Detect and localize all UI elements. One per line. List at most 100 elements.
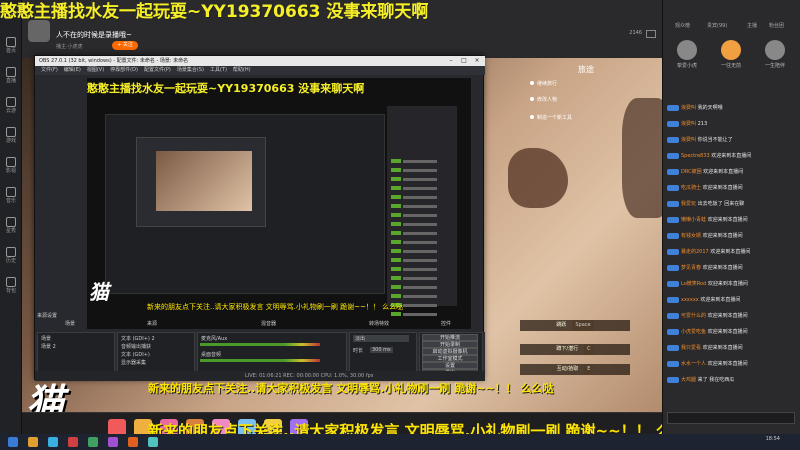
taskbar-app-icon[interactable] bbox=[28, 437, 38, 447]
leftnav-item[interactable]: 影视 bbox=[0, 154, 22, 178]
room-title: 人不在的时候是录播哦~ bbox=[56, 31, 132, 39]
rank-item[interactable]: 挚爱小虎 bbox=[667, 40, 707, 69]
chat-tabs: 观众榜 贵宾(99) 主播 粉丝团 bbox=[663, 20, 800, 32]
leftnav-item[interactable]: 音乐 bbox=[0, 184, 22, 208]
chat-username[interactable]: 我只爱看 bbox=[681, 345, 701, 351]
mixer-panel[interactable]: 麦克风/Aux 桌面音频 bbox=[197, 332, 347, 376]
chat-username[interactable]: xxxxxx bbox=[681, 297, 699, 303]
taskbar-app-icon[interactable] bbox=[108, 437, 118, 447]
streamer-name: 播主·小虎虎 bbox=[56, 44, 83, 50]
leftnav-item[interactable]: 背包 bbox=[0, 274, 22, 298]
tab-fans[interactable]: 粉丝团 bbox=[769, 20, 784, 32]
mixer-title: 混音器 bbox=[261, 321, 277, 327]
chat-message: Lo微笑Rod 欢迎来到本直播间 bbox=[667, 280, 797, 290]
taskbar-app-icon[interactable] bbox=[148, 437, 158, 447]
level-badge bbox=[667, 216, 679, 223]
leftnav-item[interactable]: 历史 bbox=[0, 244, 22, 268]
obs-preview[interactable]: 憨憨主播找水友一起玩耍~YY19370663 没事来聊天啊 猫 新来的朋友点下关… bbox=[87, 78, 471, 329]
transition-panel[interactable]: 淡出 时长 300 ms bbox=[349, 332, 417, 376]
source-item[interactable]: 文本 (GDI+) bbox=[121, 351, 150, 358]
obs-menu-item[interactable]: 文件(F) bbox=[41, 67, 58, 73]
fullscreen-icon[interactable] bbox=[646, 30, 656, 38]
leftnav-item[interactable]: 首页 bbox=[0, 34, 22, 58]
obs-control-button[interactable]: 启动虚拟摄像机 bbox=[422, 348, 478, 355]
obs-menu-item[interactable]: 场景集合(S) bbox=[177, 67, 204, 73]
chat-text: 出去吃饭了 回来在聊 bbox=[697, 201, 745, 207]
chat-username[interactable]: Spectre833 bbox=[681, 153, 710, 159]
chat-username[interactable]: 可爱什么的 bbox=[681, 313, 706, 319]
scene-item[interactable]: 场景 2 bbox=[41, 343, 56, 350]
game-hint-crouch: 蹲下/潜行 C bbox=[520, 344, 630, 355]
obs-control-button[interactable]: 工作室模式 bbox=[422, 355, 478, 362]
scenes-panel[interactable]: 场景 场景 2 bbox=[37, 332, 115, 376]
nested-chat-row bbox=[391, 220, 451, 235]
game-menu-item[interactable]: 制造一个新工具 bbox=[530, 114, 572, 121]
leftnav-label: 影视 bbox=[5, 168, 16, 174]
obs-menu-item[interactable]: 帮助(H) bbox=[233, 67, 251, 73]
chat-username[interactable]: 浪费叫 bbox=[681, 137, 696, 143]
chat-username[interactable]: 有钱女婿 bbox=[681, 233, 701, 239]
game-menu-item[interactable]: 继续旅行 bbox=[530, 80, 557, 87]
chat-username[interactable]: 浪费叫 bbox=[681, 121, 696, 127]
leftnav-item[interactable]: 云游 bbox=[0, 94, 22, 118]
obs-menu-item[interactable]: 工具(T) bbox=[210, 67, 227, 73]
chat-message: Spectre833 欢迎来到本直播间 bbox=[667, 152, 797, 162]
obs-window[interactable]: OBS 27.0.1 (32 bit, windows) - 配置文件: 未命名… bbox=[34, 55, 485, 381]
scene-item[interactable]: 场景 bbox=[41, 335, 51, 342]
mic-volume-meter[interactable] bbox=[200, 343, 320, 346]
chat-username[interactable]: 浪费叫 bbox=[681, 105, 696, 111]
obs-menu-item[interactable]: 编辑(E) bbox=[64, 67, 81, 73]
obs-menu-item[interactable]: 视图(V) bbox=[87, 67, 104, 73]
source-item[interactable]: 显示器采集 bbox=[121, 359, 146, 366]
taskbar-app-icon[interactable] bbox=[48, 437, 58, 447]
chat-text: 欢迎来到本直播间 bbox=[702, 345, 743, 351]
transition-select[interactable]: 淡出 bbox=[353, 335, 409, 342]
sources-panel[interactable]: 文本 (GDI+) 2 音频输出捕获 文本 (GDI+) 显示器采集 bbox=[117, 332, 195, 376]
chat-username[interactable]: 水水一个人 bbox=[681, 361, 706, 367]
obs-control-button[interactable]: 开始推流 bbox=[422, 334, 478, 341]
desktop-volume-meter[interactable] bbox=[200, 359, 320, 362]
obs-titlebar[interactable]: OBS 27.0.1 (32 bit, windows) - 配置文件: 未命名… bbox=[35, 56, 485, 66]
taskbar-app-icon[interactable] bbox=[128, 437, 138, 447]
chat-username[interactable]: 暴走的2017 bbox=[681, 249, 709, 255]
chat-username[interactable]: 吃瓜骑士 bbox=[681, 185, 701, 191]
game-hint-jump: 跳跃 Space bbox=[520, 320, 630, 331]
game-menu-item[interactable]: 修改人物 bbox=[530, 96, 557, 103]
source-item[interactable]: 音频输出捕获 bbox=[121, 343, 151, 350]
chat-username[interactable]: 大鸡腿 bbox=[681, 377, 696, 383]
tab-audience[interactable]: 观众榜 bbox=[675, 20, 690, 32]
taskbar-app-icon[interactable] bbox=[88, 437, 98, 447]
taskbar-app-icon[interactable] bbox=[8, 437, 18, 447]
chat-username[interactable]: 我爱玩 bbox=[681, 201, 696, 207]
leftnav-item[interactable]: 星秀 bbox=[0, 214, 22, 238]
chat-input[interactable] bbox=[667, 412, 795, 424]
rank-item[interactable]: 一生陪伴 bbox=[755, 40, 795, 69]
obs-control-button[interactable]: 开始录制 bbox=[422, 341, 478, 348]
tab-host[interactable]: 主播 bbox=[747, 20, 757, 32]
taskbar-app-icon[interactable] bbox=[68, 437, 78, 447]
obs-menu-item[interactable]: 配置文件(P) bbox=[144, 67, 171, 73]
obs-menu-item[interactable]: 停靠部件(D) bbox=[110, 67, 138, 73]
duration-input[interactable]: 300 ms bbox=[370, 347, 393, 353]
leftnav-item[interactable]: 游戏 bbox=[0, 124, 22, 148]
rank-item[interactable]: 一往无前 bbox=[711, 40, 751, 69]
minimize-icon[interactable]: – bbox=[445, 56, 457, 66]
level-badge bbox=[667, 168, 679, 175]
chat-username[interactable]: 小虎爱吃鱼 bbox=[681, 329, 706, 335]
tab-vip[interactable]: 贵宾(99) bbox=[707, 20, 727, 32]
chat-username[interactable]: 懒懒小青蛙 bbox=[681, 217, 706, 223]
source-item[interactable]: 文本 (GDI+) 2 bbox=[121, 335, 155, 342]
nested-chat-row bbox=[391, 193, 451, 208]
leftnav-label: 音乐 bbox=[5, 198, 16, 204]
obs-control-button[interactable]: 设置 bbox=[422, 362, 478, 369]
chat-username[interactable]: 梦见青春 bbox=[681, 265, 701, 271]
chat-username[interactable]: DRC被困 bbox=[681, 169, 702, 175]
chat-username[interactable]: Lo微笑Rod bbox=[681, 281, 706, 287]
follow-button[interactable]: + 关注 bbox=[112, 41, 138, 50]
leftnav-label: 云游 bbox=[5, 108, 16, 114]
maximize-icon[interactable]: □ bbox=[458, 56, 470, 66]
close-icon[interactable]: × bbox=[471, 56, 483, 66]
nested-chat-row bbox=[391, 256, 451, 271]
leftnav-label: 游戏 bbox=[5, 138, 16, 144]
leftnav-item[interactable]: 直播 bbox=[0, 64, 22, 88]
